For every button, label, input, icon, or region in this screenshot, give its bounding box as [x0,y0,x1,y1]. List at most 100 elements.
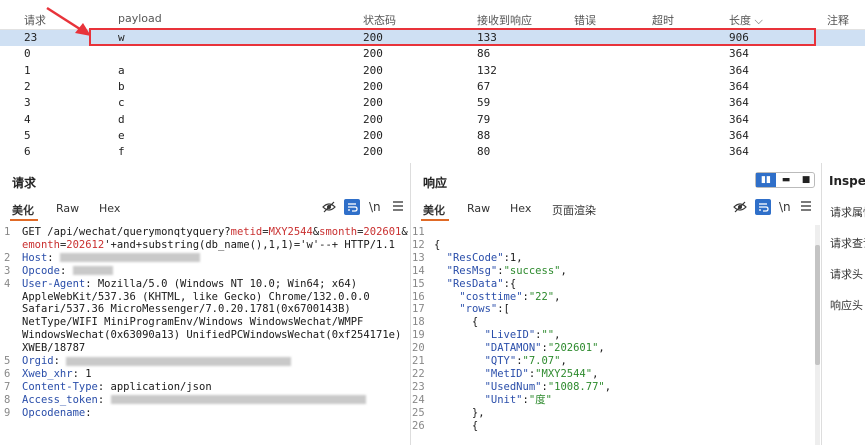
layout-toggle-group: ▮▮ ▬ ■ [755,172,815,188]
code-line: 17 "rows":[ [412,303,814,316]
code-token: { [434,316,479,329]
code-token: , [554,290,561,303]
menu-icon[interactable] [392,200,404,215]
table-row[interactable]: 0 200 86 364 [0,46,865,62]
req-tab-pretty[interactable]: 美化 [12,202,34,218]
code-token: Xweb_xhr [22,367,73,380]
resp-tab-pretty[interactable]: 美化 [423,202,445,218]
table-row[interactable]: 4 d 200 79 364 [0,112,865,128]
table-row[interactable]: 2 b 200 67 364 [0,79,865,95]
line-number: 9 [4,406,11,419]
code-line: 3 Opcode: [4,265,408,278]
col-response-received[interactable]: 接收到响应 [477,12,532,28]
code-token: WindowsWechat(0x63090a13) UnifiedPCWindo… [22,329,402,342]
col-request[interactable]: 请求 [24,12,46,28]
cell-response-received: 80 [477,145,491,159]
code-token: Opcode [22,264,60,277]
cell-request: 1 [24,63,31,77]
panel-divider[interactable] [410,163,411,445]
code-token: '+and+substring(db_name(),1,1)='w'--+ HT… [104,238,395,251]
code-line: 18 { [412,316,814,329]
resp-tab-render[interactable]: 页面渲染 [552,202,596,218]
newline-toggle[interactable]: \n [779,200,791,214]
col-comment[interactable]: 注释 [827,12,849,28]
code-token: "MXY2544" [535,367,593,380]
code-line: 7 Content-Type: application/json [4,381,408,394]
code-token: smonth [319,226,358,238]
cell-status: 200 [363,112,383,126]
line-number: 15 [412,277,425,290]
code-token: "success" [503,264,561,277]
col-length[interactable]: 长度 ⌵ [729,12,763,28]
code-token: "202601" [547,342,599,355]
table-row[interactable]: 1 a 200 132 364 [0,63,865,79]
cell-length: 364 [729,63,749,77]
resp-tab-hex[interactable]: Hex [510,202,531,215]
layout-single-button[interactable]: ■ [796,173,816,187]
code-token: GET /api/wechat/querymonqtyquery? [22,226,231,238]
scrollbar-thumb[interactable] [815,245,820,365]
code-line: 16 "costtime":"22", [412,291,814,304]
code-token: , [560,355,567,368]
cell-response-received: 59 [477,96,491,110]
code-line: 21 "QTY":"7.07", [412,355,814,368]
response-editor[interactable]: 11 12 {13 "ResCode":1, 14 "ResMsg":"success… [412,226,814,445]
code-token: "度" [528,393,552,406]
inspector-item-response-headers[interactable]: 响应头 [830,297,863,313]
cell-request: 5 [24,128,31,142]
cell-length: 364 [729,96,749,110]
code-line: 23 "UsedNum":"1008.77", [412,381,814,394]
cell-payload: e [118,128,125,142]
code-line: 4 User-Agent: Mozilla/5.0 (Windows NT 10.… [4,278,408,291]
response-scrollbar[interactable] [815,225,820,445]
cell-status: 200 [363,96,383,110]
inspector-item-request-headers[interactable]: 请求头 [830,266,863,282]
menu-icon[interactable] [800,200,812,215]
newline-toggle[interactable]: \n [369,200,381,214]
col-timeout[interactable]: 超时 [652,12,674,28]
code-token: AppleWebKit/537.36 (KHTML, like Gecko) C… [22,290,370,303]
inspector-divider[interactable] [821,163,822,445]
wrap-icon[interactable] [344,199,360,215]
inspector-item-request-attributes[interactable]: 请求属性 [830,204,865,220]
code-token: :[ [497,303,510,316]
line-number: 18 [412,316,425,329]
table-row[interactable]: 6 f 200 80 364 [0,144,865,160]
wrap-icon[interactable] [755,199,771,215]
table-row[interactable]: 3 c 200 59 364 [0,95,865,111]
eye-slash-icon[interactable] [322,200,336,217]
response-panel-title: 响应 [423,176,448,190]
table-row[interactable]: 5 e 200 88 364 [0,128,865,144]
code-line: 19 "LiveID":"", [412,329,814,342]
layout-stacked-button[interactable]: ▬ [776,173,796,187]
code-token: : [59,264,73,277]
code-token: Host [22,251,48,264]
col-payload[interactable]: payload [118,12,162,25]
cell-payload: a [118,63,125,77]
code-token: "" [541,329,555,342]
code-line: 25 }, [412,407,814,420]
code-token: :1, [503,251,523,264]
annotation-arrow-icon [46,6,91,36]
req-tab-underline [10,219,38,221]
request-editor[interactable]: 1 GET /api/wechat/querymonqtyquery?metid=… [4,226,408,445]
col-error[interactable]: 错误 [574,12,596,28]
layout-side-by-side-button[interactable]: ▮▮ [756,173,776,187]
req-tab-hex[interactable]: Hex [99,202,120,215]
code-line: 5 Orgid: [4,355,408,368]
resp-tab-raw[interactable]: Raw [467,202,490,215]
inspector-item-request-query[interactable]: 请求查询 [830,235,865,251]
cell-status: 200 [363,128,383,142]
line-number: 19 [412,329,425,342]
col-status[interactable]: 状态码 [363,12,396,28]
cell-request: 23 [24,31,38,44]
cell-payload: f [118,145,125,159]
req-tab-raw[interactable]: Raw [56,202,79,215]
code-token: emonth [22,238,60,251]
eye-slash-icon[interactable] [733,200,747,217]
line-number: 20 [412,342,425,355]
